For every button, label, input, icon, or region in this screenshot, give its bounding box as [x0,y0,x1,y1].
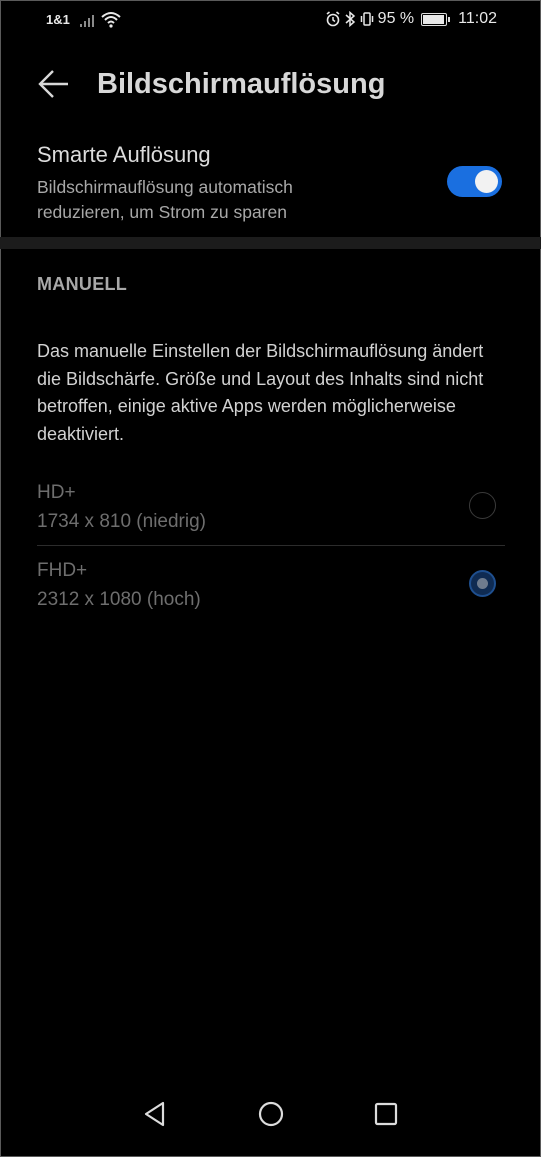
status-bar: 1&1 95 % 11:02 [0,0,541,42]
resolution-option-fhd[interactable]: FHD+ 2312 x 1080 (hoch) [0,548,541,622]
option-name: HD+ [37,482,76,503]
back-triangle-icon[interactable] [141,1099,171,1129]
carrier-label: 1&1 [46,12,70,27]
recents-square-icon[interactable] [371,1099,401,1129]
smart-resolution-toggle[interactable] [447,166,502,197]
vibrate-icon [360,12,373,26]
battery-icon [421,12,451,26]
bluetooth-icon [345,11,355,27]
resolution-option-hd[interactable]: HD+ 1734 x 810 (niedrig) [0,470,541,544]
page-title: Bildschirmauflösung [97,68,386,100]
alarm-icon [326,11,340,27]
option-divider [37,545,505,546]
smart-resolution-description: Bildschirmauflösung automatisch reduzier… [37,177,293,222]
radio-button-fhd[interactable] [469,570,496,597]
wifi-icon [101,12,121,28]
option-detail: 1734 x 810 (niedrig) [37,511,206,532]
signal-icon [80,15,94,27]
app-header: Bildschirmauflösung [0,60,541,110]
section-divider [0,237,541,249]
clock: 11:02 [458,10,497,27]
smart-resolution-row[interactable]: Smarte Auflösung Bildschirmauflösung aut… [0,138,541,234]
battery-percent: 95 % [377,10,415,27]
manual-description: Das manuelle Einstellen der Bildschirmau… [37,341,484,444]
toggle-knob [475,170,498,193]
home-circle-icon[interactable] [256,1099,286,1129]
navigation-bar [0,1087,541,1157]
option-detail: 2312 x 1080 (hoch) [37,589,201,610]
option-name: FHD+ [37,560,88,581]
arrow-left-icon[interactable] [36,68,72,100]
radio-button-hd[interactable] [469,492,496,519]
section-label-manual: MANUELL [37,274,128,294]
smart-resolution-title: Smarte Auflösung [37,142,211,167]
